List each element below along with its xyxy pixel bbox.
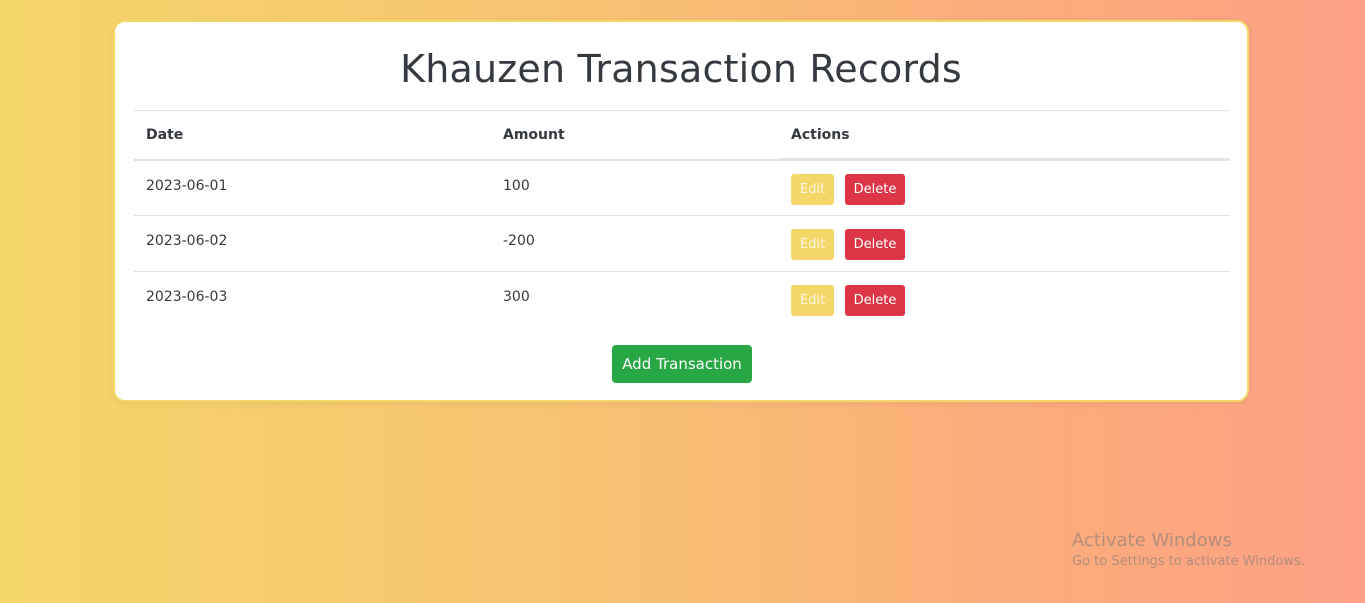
cell-actions: Edit Delete — [779, 215, 1230, 272]
edit-button[interactable]: Edit — [791, 174, 835, 205]
delete-button[interactable]: Delete — [844, 229, 906, 260]
transactions-card: Khauzen Transaction Records Date Amount … — [113, 20, 1249, 402]
transactions-table: Date Amount Actions 2023-06-01 100 Edit … — [134, 110, 1230, 328]
table-header-row: Date Amount Actions — [134, 110, 1230, 161]
cell-actions: Edit Delete — [779, 271, 1230, 328]
table-body: 2023-06-01 100 Edit Delete 2023-06-02 -2… — [134, 160, 1230, 328]
cell-amount: 300 — [491, 271, 779, 328]
add-transaction-button[interactable]: Add Transaction — [612, 345, 752, 383]
edit-button[interactable]: Edit — [791, 285, 835, 316]
table-row: 2023-06-02 -200 Edit Delete — [134, 215, 1230, 272]
watermark-title: Activate Windows — [1072, 530, 1232, 551]
watermark-subtitle: Go to Settings to activate Windows. — [1072, 554, 1305, 569]
delete-button[interactable]: Delete — [844, 285, 906, 316]
table-row: 2023-06-01 100 Edit Delete — [134, 160, 1230, 216]
column-header-actions: Actions — [779, 110, 1230, 161]
cell-amount: -200 — [491, 215, 779, 272]
cell-date: 2023-06-03 — [134, 271, 491, 328]
delete-button[interactable]: Delete — [844, 174, 906, 205]
column-header-date: Date — [134, 110, 491, 161]
column-header-amount: Amount — [491, 110, 779, 161]
activate-windows-watermark: Activate Windows Go to Settings to activ… — [1072, 530, 1305, 572]
page-title: Khauzen Transaction Records — [400, 47, 962, 91]
cell-date: 2023-06-01 — [146, 177, 228, 194]
table-row: 2023-06-03 300 Edit Delete — [134, 271, 1230, 328]
cell-actions: Edit Delete — [779, 160, 1230, 216]
cell-date: 2023-06-02 — [134, 215, 491, 272]
cell-amount: 100 — [503, 177, 530, 194]
edit-button[interactable]: Edit — [791, 229, 835, 260]
table-header: Date Amount Actions — [134, 110, 1230, 161]
